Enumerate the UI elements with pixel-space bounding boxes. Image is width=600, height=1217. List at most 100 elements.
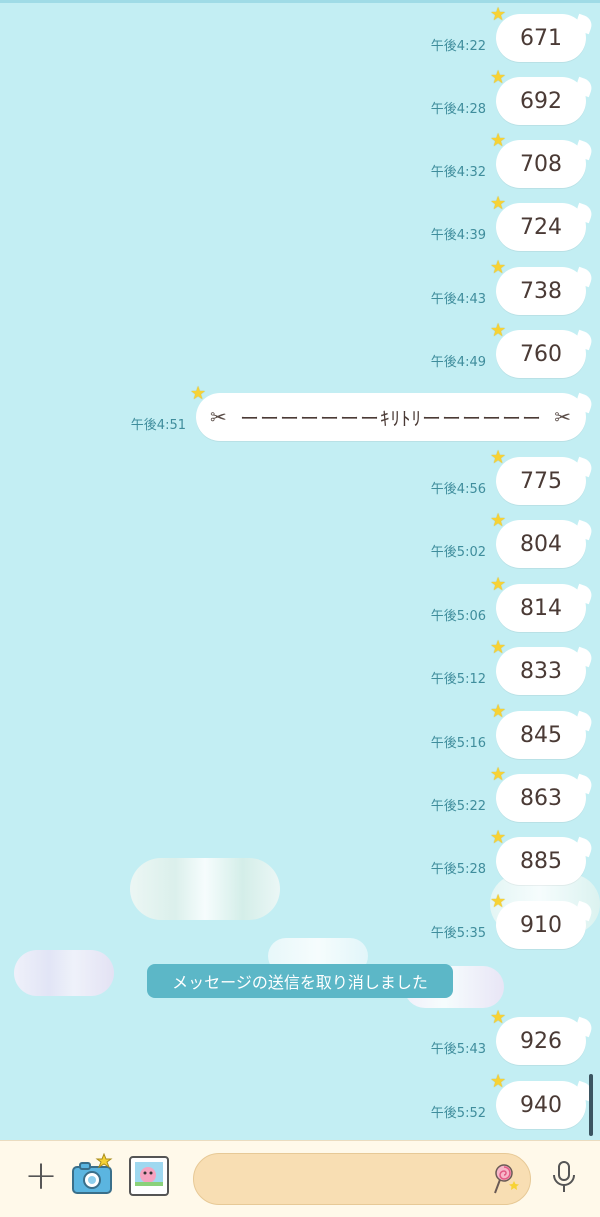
message-time: 午後4:49: [430, 355, 486, 370]
message-text: 692: [520, 88, 562, 114]
photo-icon[interactable]: [128, 1155, 170, 1197]
star-icon: ★: [490, 891, 507, 912]
message-row: 午後5:06 ★ 814: [430, 576, 586, 632]
message-row: 午後4:28 ★ 692: [430, 69, 586, 125]
message-row: 午後4:22 ★ 671: [430, 6, 586, 62]
message-row: 午後4:56 ★ 775: [430, 449, 586, 505]
top-border: [0, 0, 600, 3]
message-bubble[interactable]: ★ 760: [490, 322, 586, 378]
message-input[interactable]: [210, 1154, 494, 1202]
message-text: 775: [520, 468, 562, 494]
message-bubble[interactable]: ★ 708: [490, 132, 586, 188]
message-bubble[interactable]: ★ ✂ ーーーーーーーｷﾘﾄﾘーーーーーー ✂: [190, 385, 586, 441]
message-time: 午後4:39: [430, 228, 486, 243]
message-text: 863: [520, 785, 562, 811]
message-row: 午後4:49 ★ 760: [430, 322, 586, 378]
message-row: 午後4:51 ★ ✂ ーーーーーーーｷﾘﾄﾘーーーーーー ✂: [130, 385, 586, 441]
message-bubble[interactable]: ★ 724: [490, 195, 586, 251]
message-time: 午後5:22: [430, 799, 486, 814]
message-row: 午後4:39 ★ 724: [430, 195, 586, 251]
message-bubble[interactable]: ★ 833: [490, 639, 586, 695]
message-time: 午後5:02: [430, 545, 486, 560]
message-text: 738: [520, 278, 562, 304]
message-bubble[interactable]: ★ 910: [490, 893, 586, 949]
star-icon: ★: [490, 701, 507, 722]
message-text: 671: [520, 25, 562, 51]
message-row: 午後4:43 ★ 738: [430, 259, 586, 315]
star-icon: ★: [490, 320, 507, 341]
message-row: 午後5:35 ★ 910: [430, 893, 586, 949]
message-bubble[interactable]: ★ 814: [490, 576, 586, 632]
message-time: 午後4:51: [130, 418, 186, 433]
message-input-field[interactable]: [193, 1153, 531, 1205]
message-text: 926: [520, 1028, 562, 1054]
candy-icon[interactable]: [490, 1163, 520, 1195]
message-bubble[interactable]: ★ 692: [490, 69, 586, 125]
star-icon: ★: [190, 383, 208, 404]
message-time: 午後5:43: [430, 1042, 486, 1057]
star-icon: ★: [490, 574, 507, 595]
message-text: 804: [520, 531, 562, 557]
message-time: 午後4:22: [430, 39, 486, 54]
scrollbar[interactable]: [589, 1074, 593, 1136]
message-text: 833: [520, 658, 562, 684]
message-bubble[interactable]: ★ 845: [490, 703, 586, 759]
message-bubble[interactable]: ★ 926: [490, 1009, 586, 1065]
message-bubble[interactable]: ★ 885: [490, 829, 586, 885]
message-text: 910: [520, 912, 562, 938]
unsend-notice: メッセージの送信を取り消しました: [147, 964, 453, 998]
message-row: 午後5:22 ★ 863: [430, 766, 586, 822]
message-time: 午後4:28: [430, 102, 486, 117]
message-text: 708: [520, 151, 562, 177]
message-time: 午後4:43: [430, 292, 486, 307]
star-icon: ★: [490, 130, 507, 151]
message-text: 845: [520, 722, 562, 748]
message-bubble[interactable]: ★ 863: [490, 766, 586, 822]
message-row: 午後5:02 ★ 804: [430, 512, 586, 568]
message-time: 午後4:56: [430, 482, 486, 497]
message-text: 760: [520, 341, 562, 367]
message-text: 814: [520, 595, 562, 621]
message-text: 724: [520, 214, 562, 240]
cloud-decoration: [130, 858, 280, 920]
message-time: 午後5:06: [430, 609, 486, 624]
star-icon: ★: [490, 193, 507, 214]
message-row: 午後5:28 ★ 885: [430, 829, 586, 885]
message-row: 午後5:52 ★ 940: [430, 1073, 586, 1129]
message-time: 午後5:12: [430, 672, 486, 687]
message-bubble[interactable]: ★ 775: [490, 449, 586, 505]
message-row: 午後5:12 ★ 833: [430, 639, 586, 695]
star-icon: ★: [490, 67, 507, 88]
message-time: 午後5:52: [430, 1106, 486, 1121]
plus-icon[interactable]: +: [22, 1156, 60, 1196]
message-time: 午後5:35: [430, 926, 486, 941]
star-icon: ★: [490, 827, 507, 848]
message-bubble[interactable]: ★ 804: [490, 512, 586, 568]
message-time: 午後4:32: [430, 165, 486, 180]
star-icon: ★: [490, 447, 507, 468]
camera-icon[interactable]: [70, 1152, 114, 1197]
message-text: 885: [520, 848, 562, 874]
message-row: 午後5:43 ★ 926: [430, 1009, 586, 1065]
star-icon: ★: [490, 4, 507, 25]
input-bar: +: [0, 1140, 600, 1217]
message-bubble[interactable]: ★ 738: [490, 259, 586, 315]
star-icon: ★: [490, 257, 507, 278]
message-bubble[interactable]: ★ 940: [490, 1073, 586, 1129]
cloud-decoration: [14, 950, 114, 996]
star-icon: ★: [490, 1007, 507, 1028]
scissors-icon: ✂: [210, 405, 228, 429]
message-bubble[interactable]: ★ 671: [490, 6, 586, 62]
message-row: 午後5:16 ★ 845: [430, 703, 586, 759]
message-text: 940: [520, 1092, 562, 1118]
star-icon: ★: [490, 637, 507, 658]
star-icon: ★: [490, 510, 507, 531]
star-icon: ★: [490, 1071, 507, 1092]
message-time: 午後5:16: [430, 736, 486, 751]
star-icon: ★: [490, 764, 507, 785]
microphone-icon[interactable]: [548, 1159, 580, 1197]
message-time: 午後5:28: [430, 862, 486, 877]
message-row: 午後4:32 ★ 708: [430, 132, 586, 188]
message-text: ーーーーーーーｷﾘﾄﾘーーーーーー: [239, 407, 542, 430]
scissors-icon: ✂: [554, 405, 572, 429]
